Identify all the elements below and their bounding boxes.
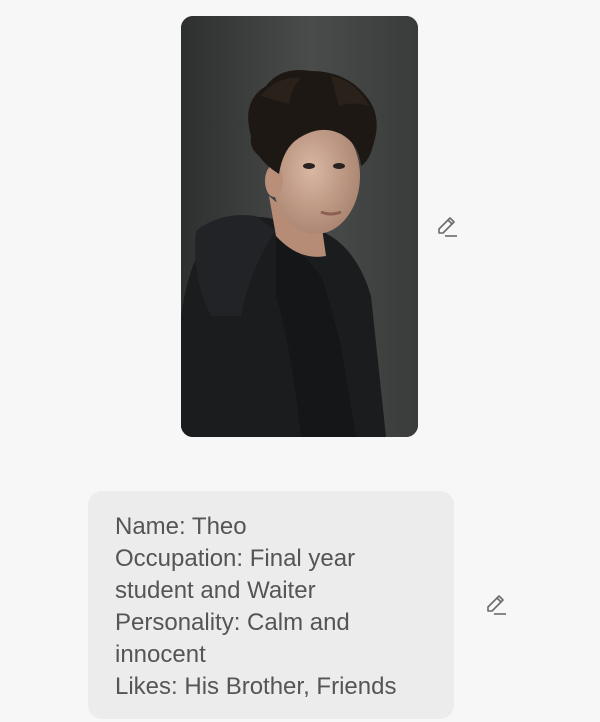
- portrait-illustration: [181, 16, 418, 437]
- chat-screen: Name: Theo Occupation: Final year studen…: [0, 0, 600, 722]
- edit-image-button[interactable]: [432, 212, 462, 242]
- character-info-message[interactable]: Name: Theo Occupation: Final year studen…: [88, 491, 454, 719]
- edit-message-button[interactable]: [481, 590, 511, 620]
- message-line-likes: Likes: His Brother, Friends: [115, 673, 397, 700]
- message-line-personality: Personality: Calm and innocent: [115, 609, 350, 668]
- message-line-occupation: Occupation: Final year student and Waite…: [115, 545, 356, 604]
- edit-pencil-icon: [438, 217, 457, 237]
- message-line-name: Name: Theo: [115, 513, 247, 540]
- edit-pencil-icon: [487, 595, 506, 615]
- character-portrait-image[interactable]: [181, 16, 418, 437]
